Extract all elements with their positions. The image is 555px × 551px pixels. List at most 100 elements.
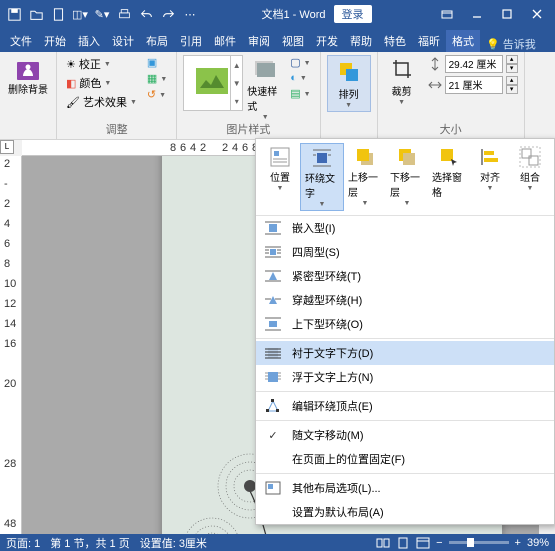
menu-fix-position[interactable]: 在页面上的位置固定(F) <box>256 447 554 471</box>
close-button[interactable] <box>523 4 551 24</box>
menu-behind-text[interactable]: 衬于文字下方(D) <box>256 341 554 365</box>
tab-view[interactable]: 视图 <box>276 30 310 52</box>
undo-button[interactable] <box>136 4 156 24</box>
height-input[interactable]: 29.42 厘米 <box>445 55 503 73</box>
pic-layout-button[interactable]: ▤▼ <box>287 86 313 101</box>
tab-layout[interactable]: 布局 <box>140 30 174 52</box>
group-button[interactable]: 组合▼ <box>510 143 550 211</box>
redo-button[interactable] <box>158 4 178 24</box>
color-button[interactable]: ◧颜色 ▼ <box>63 74 140 92</box>
group-remove-bg: 删除背景 <box>0 52 57 139</box>
ruler-vertical[interactable]: 2-246 810121416 202848 <box>0 156 22 534</box>
tab-help[interactable]: 帮助 <box>344 30 378 52</box>
corrections-button[interactable]: ☀校正 ▼ <box>63 55 140 73</box>
tell-me[interactable]: 💡告诉我 <box>486 36 536 52</box>
layout-icon: ▤ <box>290 87 300 100</box>
height-spinner[interactable]: ▴▾ <box>506 55 518 73</box>
align-button[interactable]: 对齐▼ <box>470 143 510 211</box>
open-button[interactable] <box>26 4 46 24</box>
width-input[interactable]: 21 厘米 <box>445 76 503 94</box>
style-gallery[interactable]: ▲▼▾ <box>183 55 243 111</box>
save-button[interactable] <box>4 4 24 24</box>
menu-set-default[interactable]: 设置为默认布局(A) <box>256 500 554 524</box>
check-icon: ✓ <box>264 427 282 443</box>
qat-more-button[interactable]: ⋯ <box>180 4 200 24</box>
minimize-button[interactable] <box>463 4 491 24</box>
tab-developer[interactable]: 开发 <box>310 30 344 52</box>
view-print-button[interactable] <box>396 537 410 549</box>
gallery-more[interactable]: ▾ <box>231 92 242 110</box>
ribbon-display-button[interactable] <box>433 4 461 24</box>
pic-border-button[interactable]: ▢▼ <box>287 55 313 70</box>
gallery-up[interactable]: ▲ <box>231 56 242 74</box>
maximize-button[interactable] <box>493 4 521 24</box>
zoom-slider[interactable] <box>449 541 509 544</box>
menu-topbottom[interactable]: 上下型环绕(O) <box>256 312 554 336</box>
group-size: 裁剪▼ 29.42 厘米 ▴▾ 21 厘米 ▴▾ 大小 <box>378 52 525 139</box>
menu-infront-text[interactable]: 浮于文字上方(N) <box>256 365 554 389</box>
status-page[interactable]: 页面: 1 <box>6 535 40 551</box>
menu-through[interactable]: 穿越型环绕(H) <box>256 288 554 312</box>
tab-home[interactable]: 开始 <box>38 30 72 52</box>
view-web-button[interactable] <box>416 537 430 549</box>
qat-btn-4[interactable]: ◫▾ <box>70 4 90 24</box>
view-read-button[interactable] <box>376 537 390 549</box>
behind-icon <box>264 345 282 361</box>
reset-pic-button[interactable]: ↺▼ <box>144 87 170 102</box>
topbottom-icon <box>264 316 282 332</box>
tab-review[interactable]: 审阅 <box>242 30 276 52</box>
selection-pane-button[interactable]: 选择窗格 <box>428 143 470 211</box>
tab-references[interactable]: 引用 <box>174 30 208 52</box>
height-row: 29.42 厘米 ▴▾ <box>428 55 518 73</box>
crop-button[interactable]: 裁剪▼ <box>384 55 420 121</box>
bring-forward-button[interactable]: 上移一层▼ <box>344 143 386 211</box>
status-pos[interactable]: 设置值: 3厘米 <box>140 535 207 551</box>
menu-edit-wrap-points[interactable]: 编辑环绕顶点(E) <box>256 394 554 418</box>
send-backward-button[interactable]: 下移一层▼ <box>386 143 428 211</box>
menu-more-layout[interactable]: 其他布局选项(L)... <box>256 476 554 500</box>
menu-inline[interactable]: 嵌入型(I) <box>256 216 554 240</box>
menu-move-with-text[interactable]: ✓随文字移动(M) <box>256 423 554 447</box>
pic-effects-button[interactable]: ◐▼ <box>287 71 313 85</box>
qat-btn-5[interactable]: ✎▾ <box>92 4 112 24</box>
position-button[interactable]: 位置▼ <box>260 143 300 211</box>
zoom-in-button[interactable]: + <box>515 537 521 549</box>
arrange-toolbar: 位置▼ 环绕文字▼ 上移一层▼ 下移一层▼ 选择窗格 对齐▼ 组合▼ <box>256 139 554 216</box>
tab-design[interactable]: 设计 <box>106 30 140 52</box>
compress-button[interactable]: ▣ <box>144 55 170 70</box>
zoom-out-button[interactable]: − <box>436 537 442 549</box>
arrange-icon <box>335 58 363 86</box>
change-pic-button[interactable]: ▦▼ <box>144 71 170 86</box>
tab-special[interactable]: 特色 <box>378 30 412 52</box>
tab-insert[interactable]: 插入 <box>72 30 106 52</box>
ribbon: 删除背景 ☀校正 ▼ ◧颜色 ▼ 🖌艺术效果 ▼ ▣ ▦▼ ↺▼ 调整 ▲▼▾ <box>0 52 555 140</box>
tab-file[interactable]: 文件 <box>4 30 38 52</box>
wrap-text-button[interactable]: 环绕文字▼ <box>300 143 344 211</box>
new-button[interactable] <box>48 4 68 24</box>
crop-icon <box>388 55 416 83</box>
width-spinner[interactable]: ▴▾ <box>506 76 518 94</box>
selection-icon <box>437 145 461 169</box>
tab-mail[interactable]: 邮件 <box>208 30 242 52</box>
login-badge[interactable]: 登录 <box>334 5 372 23</box>
tab-fuxin[interactable]: 福昕 <box>412 30 446 52</box>
lightbulb-icon: 💡 <box>486 38 500 51</box>
tab-format[interactable]: 格式 <box>446 30 480 52</box>
ribbon-tabs: 文件 开始 插入 设计 布局 引用 邮件 审阅 视图 开发 帮助 特色 福昕 格… <box>0 28 555 52</box>
effects-icon: ◐ <box>290 72 297 84</box>
arrange-button[interactable]: 排列▼ <box>327 55 371 112</box>
width-icon <box>428 78 442 92</box>
through-icon <box>264 292 282 308</box>
artistic-button[interactable]: 🖌艺术效果 ▼ <box>63 93 140 111</box>
tab-selector[interactable]: L <box>0 140 14 154</box>
status-section[interactable]: 第 1 节，共 1 页 <box>50 535 129 551</box>
zoom-level[interactable]: 39% <box>527 537 549 549</box>
quick-style-button[interactable]: 快速样式▼ <box>247 55 283 121</box>
gallery-down[interactable]: ▼ <box>231 74 242 92</box>
menu-square[interactable]: 四周型(S) <box>256 240 554 264</box>
remove-bg-button[interactable]: 删除背景 <box>6 55 50 98</box>
print-button[interactable] <box>114 4 134 24</box>
infront-icon <box>264 369 282 385</box>
group-label-picstyle: 图片样式 <box>183 121 313 138</box>
menu-tight[interactable]: 紧密型环绕(T) <box>256 264 554 288</box>
